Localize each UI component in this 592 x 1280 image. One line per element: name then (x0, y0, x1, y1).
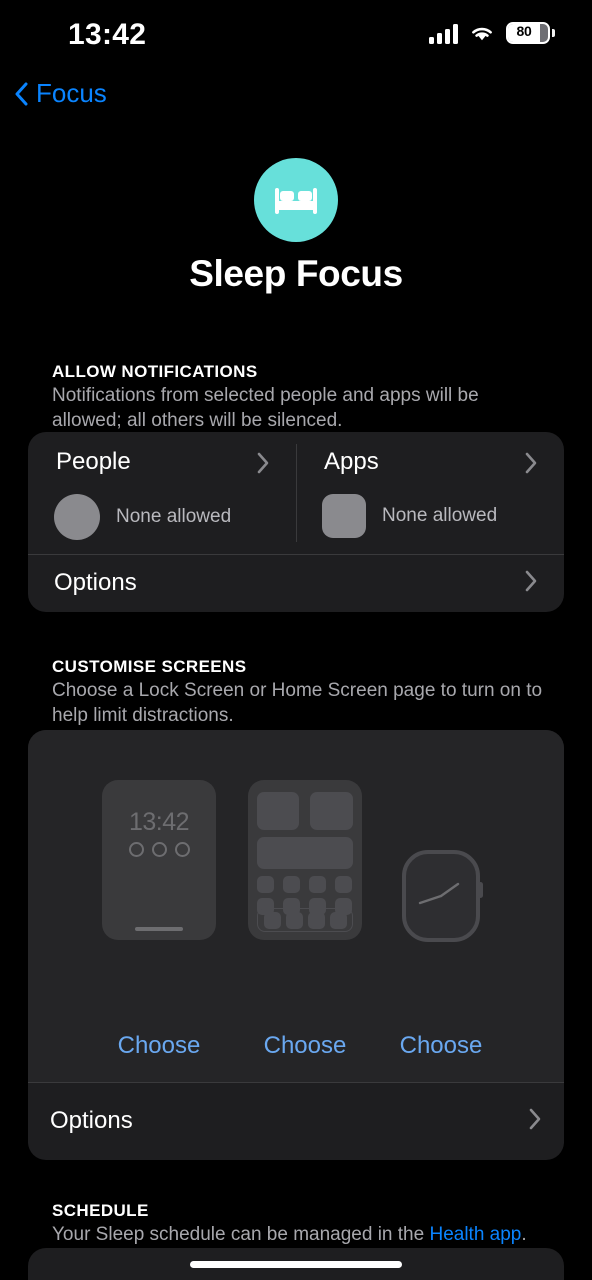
home-screen-dock (257, 908, 353, 932)
apps-title: Apps (324, 448, 379, 475)
home-indicator[interactable] (190, 1261, 402, 1268)
chevron-right-icon (529, 1108, 542, 1135)
lock-screen-clock: 13:42 (128, 808, 190, 836)
screens-options-row[interactable]: Options (28, 1082, 564, 1160)
apps-meta: None allowed (322, 494, 497, 538)
apps-cell[interactable]: Apps None allowed (296, 432, 564, 554)
schedule-description-prefix: Your Sleep schedule can be managed in th… (52, 1224, 430, 1245)
health-app-link[interactable]: Health app (429, 1224, 521, 1245)
screen-previews-pane: 13:42 Choose Choose Choose (28, 730, 564, 1082)
cellular-bars-icon (429, 23, 458, 44)
home-widget-large-left (257, 792, 299, 830)
notifications-options-label: Options (54, 569, 137, 596)
chevron-right-icon (525, 570, 538, 597)
schedule-heading: SCHEDULE (52, 1201, 149, 1220)
digital-crown-icon (478, 882, 483, 898)
home-screen-preview[interactable] (248, 780, 362, 940)
app-tile-icon (322, 494, 366, 538)
battery-icon: 80 (506, 22, 555, 44)
customise-screens-description: Choose a Lock Screen or Home Screen page… (52, 680, 543, 726)
home-app-icon (257, 876, 274, 893)
lock-screen-home-indicator (135, 927, 183, 931)
chevron-left-icon (14, 82, 28, 106)
battery-percent-label: 80 (516, 23, 532, 39)
customise-screens-card: 13:42 Choose Choose Choose Options (28, 730, 564, 1160)
people-cell[interactable]: People None allowed (28, 432, 296, 554)
people-title: People (56, 448, 131, 475)
lock-screen-preview[interactable]: 13:42 (102, 780, 216, 940)
choose-lock-screen-button[interactable]: Choose (79, 1032, 239, 1060)
screens-options-label: Options (50, 1107, 133, 1134)
page-title: Sleep Focus (189, 253, 403, 294)
chevron-right-icon (257, 452, 270, 479)
home-widget-wide (257, 837, 353, 869)
allow-notifications-card: People None allowed Apps None allowed Op… (28, 432, 564, 612)
chevron-right-icon (525, 452, 538, 479)
sleep-focus-settings-screen: 13:42 80 Focus Sleep Focus ALLOW NOTIFIC… (0, 0, 592, 1280)
allow-notifications-description: Notifications from selected people and a… (52, 385, 479, 431)
schedule-description: Your Sleep schedule can be managed in th… (52, 1222, 544, 1247)
schedule-description-suffix: . (521, 1224, 527, 1245)
watch-face-preview[interactable] (402, 850, 483, 942)
home-app-icon (283, 876, 300, 893)
home-widget-large-right (310, 792, 353, 830)
choose-watch-face-button[interactable]: Choose (361, 1032, 521, 1060)
back-button[interactable]: Focus (14, 78, 107, 109)
apps-value: None allowed (382, 505, 498, 526)
person-avatar-icon (54, 494, 100, 540)
lock-screen-widgets-placeholder (102, 842, 216, 857)
wifi-icon (469, 23, 495, 43)
customise-screens-heading: CUSTOMISE SCREENS (52, 657, 247, 676)
battery-tip (552, 29, 555, 37)
home-app-icon (309, 876, 326, 893)
back-button-label: Focus (36, 78, 107, 108)
allow-notifications-heading: ALLOW NOTIFICATIONS (52, 362, 258, 381)
notifications-options-row[interactable]: Options (28, 554, 564, 612)
status-bar-indicators: 80 (429, 22, 555, 44)
people-meta: None allowed (54, 494, 231, 540)
bed-icon (254, 158, 338, 242)
home-app-icon (335, 876, 352, 893)
people-value: None allowed (116, 506, 232, 527)
status-bar-clock: 13:42 (68, 18, 147, 51)
people-apps-split: People None allowed Apps None allowed (28, 432, 564, 554)
status-bar: 13:42 80 (0, 0, 592, 66)
